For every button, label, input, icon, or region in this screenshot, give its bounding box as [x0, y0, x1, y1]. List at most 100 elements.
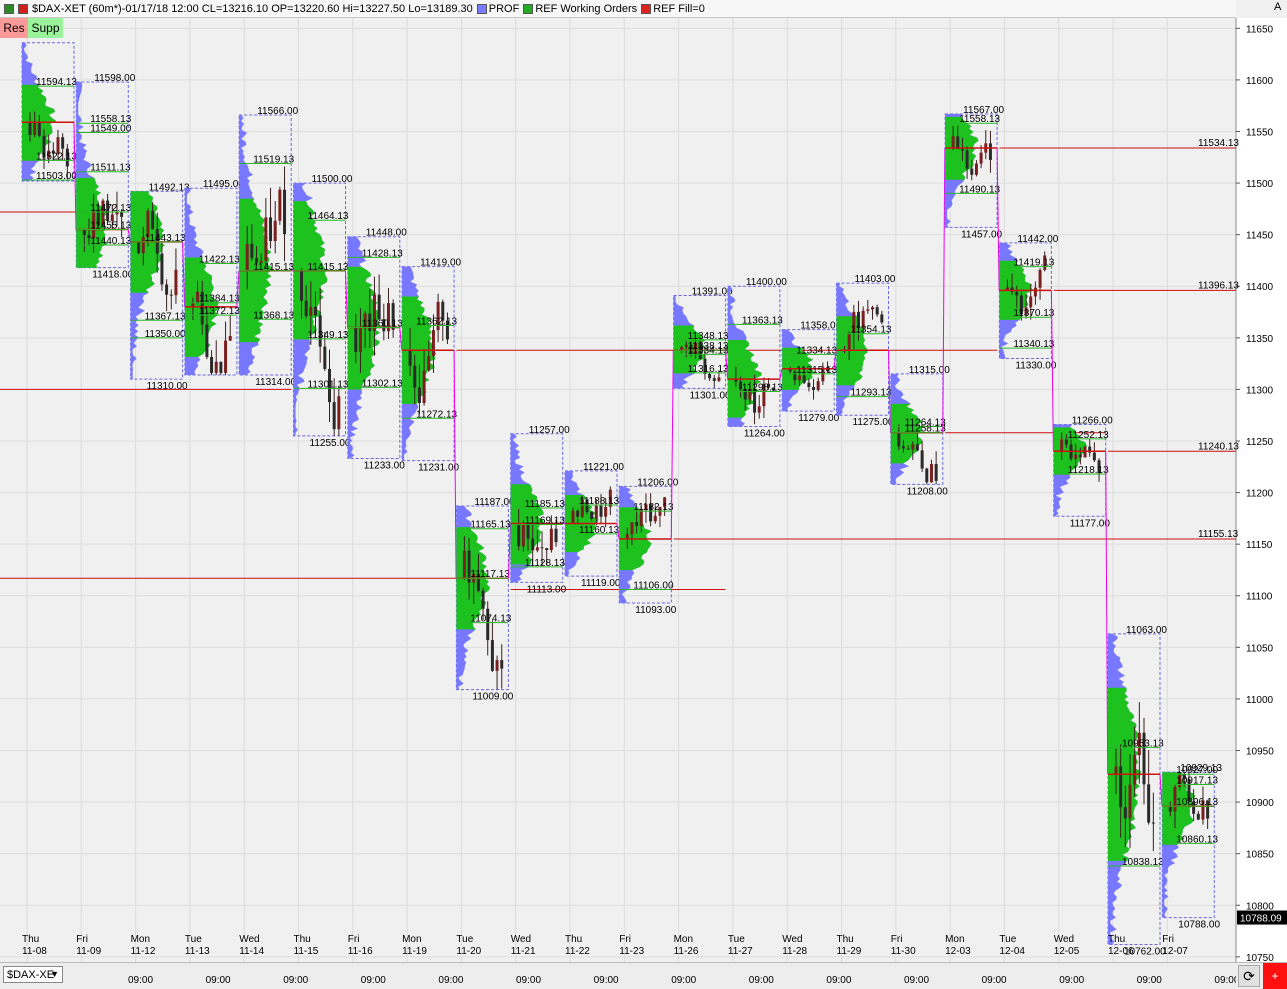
candle-body [545, 548, 549, 551]
candle-body [354, 327, 358, 352]
time-axis-bar: $DAX-XE ▼ 09:00 09:00 09:00 09:00 09:00 09:00… [0, 962, 1287, 989]
candle-body [630, 522, 634, 535]
level-label: 11415.13 [308, 262, 349, 273]
level-label: 11272.13 [416, 409, 457, 420]
plot-background [0, 18, 1236, 962]
day-label: Thu [22, 934, 39, 945]
level-label: 11188.13 [579, 496, 620, 507]
level-label: 11218.13 [1068, 465, 1109, 476]
candle-body [816, 381, 820, 390]
level-label: 11415.13 [253, 262, 294, 273]
level-label: 11169.13 [525, 516, 566, 527]
legend-ref-working-orders[interactable]: REF Working Orders [523, 3, 637, 15]
level-label: 11293.13 [851, 388, 892, 399]
high-label: 10929.13 [1180, 763, 1222, 774]
candle-body [897, 432, 901, 447]
candle-body [314, 306, 317, 316]
date-label: 11-27 [728, 946, 753, 957]
level-label: 11440.13 [90, 236, 131, 247]
candle-body [358, 328, 362, 352]
legend-ref-fill[interactable]: REF Fill=0 [641, 3, 705, 15]
day-label: Wed [239, 934, 259, 945]
low-label: 11330.00 [1015, 360, 1056, 371]
candle-body [408, 350, 412, 366]
refresh-button[interactable]: ⟳ [1238, 965, 1260, 987]
res-button[interactable]: Res [0, 18, 28, 38]
price-chart[interactable]: 11650 11600 11550 11500 11450 11400 11350 11300… [0, 18, 1287, 962]
day-label: Fri [619, 934, 631, 945]
price-tick-label: 11250 [1246, 437, 1274, 448]
time-label: 09:00 [438, 975, 463, 986]
level-label: 11160.13 [579, 525, 620, 536]
low-label: 11310.00 [147, 381, 188, 392]
chart-color-icon[interactable] [18, 3, 28, 14]
time-label: 09:00 [206, 975, 231, 986]
legend-swatch-icon [476, 3, 487, 14]
candle-body [929, 464, 933, 483]
reference-line-label: 11240.13 [1198, 441, 1239, 452]
price-tick-label: 11200 [1246, 489, 1274, 500]
legend-prof[interactable]: PROF [476, 3, 519, 15]
candle-body [1092, 452, 1096, 461]
level-label: 11419.13 [1013, 258, 1054, 269]
time-axis: 09:00 09:00 09:00 09:00 09:00 09:00 09:00 09:00… [128, 975, 1236, 986]
candle-body [757, 406, 761, 413]
candle-body [965, 150, 969, 169]
candle-body [165, 284, 169, 295]
candle-body [1147, 784, 1151, 823]
red-action-button[interactable]: + [1263, 963, 1287, 989]
candle-body [210, 356, 214, 373]
level-label: 11363.13 [742, 315, 783, 326]
high-label: 11567.00 [963, 105, 1004, 116]
level-label: 11455.13 [90, 220, 131, 231]
high-label: 11221.00 [583, 462, 624, 473]
day-label: Wed [511, 934, 531, 945]
legend-label: REF Fill=0 [653, 2, 705, 15]
candle-body [599, 505, 603, 517]
candle-body [1133, 755, 1137, 785]
candle-body [635, 522, 639, 526]
candle-body [807, 382, 811, 388]
day-label: Tue [999, 934, 1016, 945]
candle-body [377, 294, 381, 320]
time-label: 09:00 [826, 975, 851, 986]
candle-body [880, 314, 884, 323]
level-label: 10896.13 [1176, 797, 1218, 808]
candle-body [283, 189, 287, 235]
day-label: Tue [185, 934, 202, 945]
high-label: 11257.00 [529, 425, 570, 436]
candle-body [174, 269, 178, 296]
time-label: 09:00 [1214, 975, 1236, 986]
date-label: 11-30 [891, 946, 916, 957]
time-label: 09:00 [904, 975, 929, 986]
candle-body [517, 523, 521, 547]
candle-body [576, 510, 580, 517]
candle-body [481, 590, 485, 609]
price-tick-label: 11050 [1246, 643, 1274, 654]
candle-body [1029, 296, 1033, 308]
day-label: Thu [1108, 934, 1125, 945]
candle-body [920, 450, 924, 469]
candle-body [925, 468, 929, 483]
price-tick-label: 11550 [1246, 127, 1274, 138]
candle-body [531, 538, 535, 551]
high-label: 11391.00 [692, 287, 733, 298]
low-label: 10788.00 [1178, 920, 1220, 931]
level-label: 11074.13 [470, 614, 511, 625]
chart-color-icon[interactable] [4, 3, 14, 14]
supp-button[interactable]: Supp [28, 18, 63, 38]
date-label: 11-12 [131, 946, 156, 957]
candle-body [802, 375, 806, 383]
level-label: 11340.13 [1013, 339, 1054, 350]
level-label: 11106.00 [633, 581, 674, 592]
high-label: 11315.00 [909, 365, 950, 376]
time-label: 09:00 [594, 975, 619, 986]
axis-button[interactable]: A [1274, 1, 1281, 13]
level-label: 11372.13 [199, 306, 240, 317]
candle-body [228, 335, 232, 341]
day-label: Mon [945, 934, 964, 945]
high-label: 11500.00 [312, 174, 353, 185]
candle-body [847, 333, 851, 351]
candle-body [151, 210, 155, 230]
low-label: 11009.00 [472, 692, 513, 703]
